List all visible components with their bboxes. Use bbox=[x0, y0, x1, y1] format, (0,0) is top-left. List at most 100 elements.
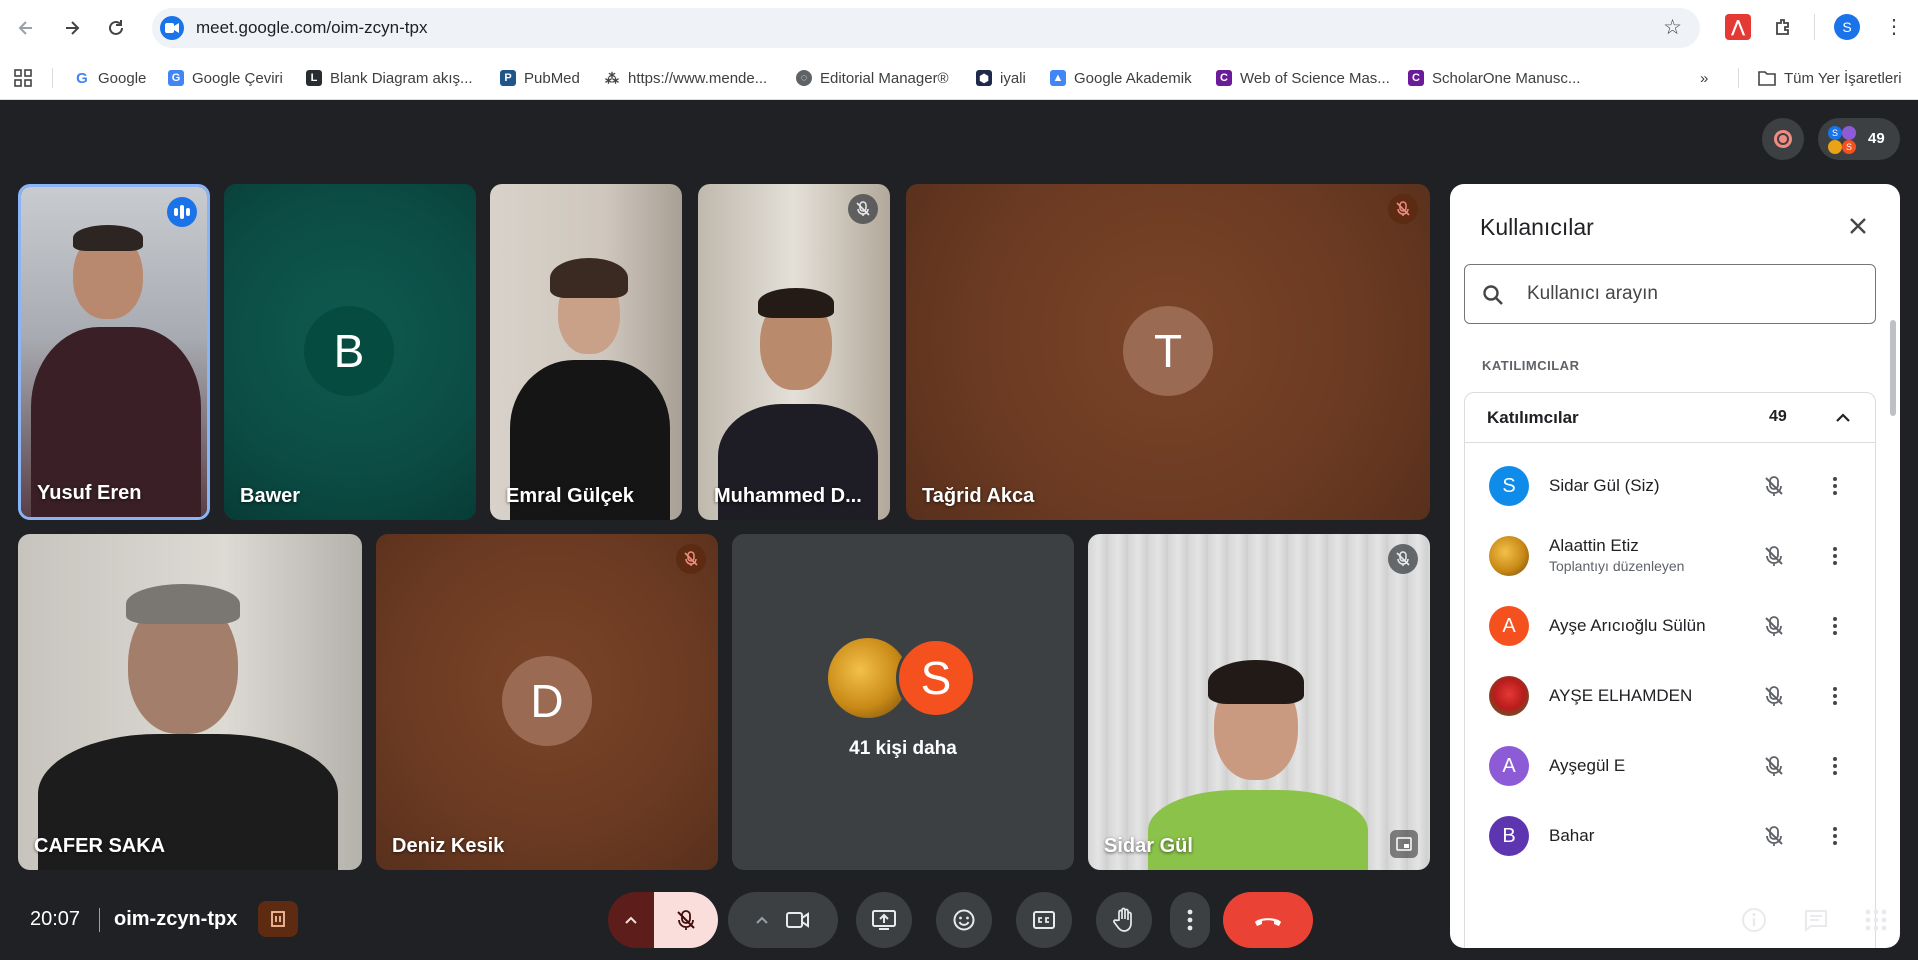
muted-mic-icon[interactable] bbox=[1761, 823, 1787, 849]
muted-mic-icon[interactable] bbox=[1761, 613, 1787, 639]
video-tile[interactable]: Muhammed D... bbox=[698, 184, 890, 520]
profile-avatar[interactable]: S bbox=[1834, 14, 1860, 40]
participant-row[interactable]: A Ayşegül E bbox=[1465, 731, 1875, 801]
muted-mic-icon bbox=[676, 544, 706, 574]
bookmark-scholarone[interactable]: C ScholarOne Manusc... bbox=[1408, 66, 1580, 90]
person-body bbox=[1148, 790, 1368, 870]
meeting-code: oim-zcyn-tpx bbox=[114, 908, 238, 930]
more-options-icon[interactable] bbox=[1825, 543, 1845, 569]
participant-name: Alaattin Etiz bbox=[1549, 536, 1639, 555]
more-options-icon[interactable] bbox=[1825, 753, 1845, 779]
address-bar[interactable]: meet.google.com/oim-zcyn-tpx ☆ bbox=[152, 8, 1700, 48]
video-tile[interactable]: Emral Gülçek bbox=[490, 184, 682, 520]
more-participants-label: 41 kişi daha bbox=[849, 738, 957, 759]
all-bookmarks-folder[interactable]: Tüm Yer İşaretleri bbox=[1758, 66, 1902, 90]
bookmark-google-akademik[interactable]: ▲ Google Akademik bbox=[1050, 66, 1192, 90]
bookmark-google[interactable]: G Google bbox=[74, 66, 146, 90]
raise-hand-button[interactable] bbox=[1096, 892, 1152, 948]
bookmark-pubmed[interactable]: P PubMed bbox=[500, 66, 580, 90]
avatar bbox=[1489, 676, 1529, 716]
bookmark-star-icon[interactable]: ☆ bbox=[1663, 15, 1682, 40]
bookmark-blank-diagram[interactable]: L Blank Diagram akış... bbox=[306, 66, 473, 90]
muted-mic-icon[interactable] bbox=[1761, 753, 1787, 779]
avatar: D bbox=[502, 656, 592, 746]
captions-button[interactable] bbox=[1016, 892, 1072, 948]
forward-icon[interactable] bbox=[56, 12, 88, 44]
panel-scrollbar[interactable] bbox=[1890, 320, 1896, 416]
muted-mic-icon[interactable] bbox=[1761, 683, 1787, 709]
companion-mode-icon[interactable] bbox=[258, 901, 298, 937]
bookmark-mendeley[interactable]: ⁂ https://www.mende... bbox=[604, 66, 767, 90]
pubmed-icon: P bbox=[500, 70, 516, 86]
participant-row[interactable]: AYŞE ELHAMDEN bbox=[1465, 661, 1875, 731]
muted-mic-icon[interactable] bbox=[1761, 473, 1787, 499]
bookmark-label: iyali bbox=[1000, 69, 1026, 87]
video-tile[interactable]: Yusuf Eren bbox=[18, 184, 210, 520]
bookmark-web-of-science[interactable]: C Web of Science Mas... bbox=[1216, 66, 1390, 90]
close-icon[interactable] bbox=[1842, 210, 1874, 242]
video-tile[interactable]: CAFER SAKA bbox=[18, 534, 362, 870]
hand-icon bbox=[1113, 907, 1132, 932]
video-tile[interactable]: D Deniz Kesik bbox=[376, 534, 718, 870]
chevron-up-icon bbox=[756, 916, 768, 924]
bookmark-google-ceviri[interactable]: G Google Çeviri bbox=[168, 66, 283, 90]
present-screen-icon bbox=[872, 910, 896, 930]
reload-icon[interactable] bbox=[100, 12, 132, 44]
participant-row[interactable]: A Ayşe Arıcıoğlu Sülün bbox=[1465, 591, 1875, 661]
participant-row[interactable]: Alaattin Etiz Toplantıyı düzenleyen bbox=[1465, 521, 1875, 591]
apps-grid-icon[interactable] bbox=[14, 66, 32, 90]
leave-call-button[interactable] bbox=[1223, 892, 1313, 948]
browser-menu-icon[interactable]: ⋮ bbox=[1884, 14, 1904, 39]
browser-toolbar: meet.google.com/oim-zcyn-tpx ☆ ⋀ S ⋮ bbox=[0, 0, 1918, 56]
participant-name: Ayşe Arıcıoğlu Sülün bbox=[1549, 616, 1706, 635]
back-icon[interactable] bbox=[10, 12, 42, 44]
mini-avatar: S bbox=[1828, 126, 1842, 140]
search-icon bbox=[1481, 283, 1505, 312]
meeting-clock: 20:07 bbox=[30, 908, 81, 930]
meeting-details-icon[interactable] bbox=[1738, 904, 1770, 936]
group-count: 49 bbox=[1769, 408, 1787, 425]
chevron-up-icon[interactable] bbox=[1831, 406, 1855, 430]
video-tile[interactable]: B Bawer bbox=[224, 184, 476, 520]
participants-group: Katılımcılar 49 S Sidar Gül (Siz) Alaatt… bbox=[1464, 392, 1876, 948]
muted-mic-icon[interactable] bbox=[1761, 543, 1787, 569]
group-header[interactable]: Katılımcılar 49 bbox=[1465, 393, 1875, 443]
audio-options-button[interactable] bbox=[608, 892, 654, 948]
more-options-icon[interactable] bbox=[1825, 683, 1845, 709]
participant-row[interactable]: B Bahar bbox=[1465, 801, 1875, 871]
recording-indicator[interactable] bbox=[1762, 118, 1804, 160]
bookmark-editorial-manager[interactable]: ◌ Editorial Manager® bbox=[796, 66, 949, 90]
bookmark-label: https://www.mende... bbox=[628, 69, 768, 87]
avatar: A bbox=[1489, 746, 1529, 786]
camera-toggle-button[interactable] bbox=[728, 892, 838, 948]
more-options-button[interactable] bbox=[1170, 892, 1210, 948]
more-options-icon[interactable] bbox=[1825, 473, 1845, 499]
search-input[interactable] bbox=[1527, 283, 1847, 305]
video-tile[interactable]: T Tağrid Akca bbox=[906, 184, 1430, 520]
avatar: A bbox=[1489, 606, 1529, 646]
activities-grid-icon[interactable] bbox=[1860, 904, 1892, 936]
muted-mic-icon bbox=[848, 194, 878, 224]
mini-avatar bbox=[1828, 140, 1842, 154]
participants-button[interactable]: S S 49 bbox=[1818, 118, 1900, 160]
more-participants-tile[interactable]: S 41 kişi daha bbox=[732, 534, 1074, 870]
globe-icon: ◌ bbox=[796, 70, 812, 86]
more-options-icon[interactable] bbox=[1825, 613, 1845, 639]
bookmark-iyali[interactable]: ⬢ iyali bbox=[976, 66, 1026, 90]
avatar: S bbox=[1489, 466, 1529, 506]
reactions-button[interactable] bbox=[936, 892, 992, 948]
google-g-icon: G bbox=[76, 69, 88, 87]
chat-icon[interactable] bbox=[1800, 904, 1832, 936]
extension-mendeley-icon[interactable]: ⋀ bbox=[1725, 14, 1751, 40]
participant-row[interactable]: S Sidar Gül (Siz) bbox=[1465, 451, 1875, 521]
participant-search[interactable] bbox=[1464, 264, 1876, 324]
more-bookmarks-chevron-icon[interactable]: » bbox=[1700, 66, 1708, 90]
picture-in-picture-icon[interactable] bbox=[1390, 830, 1418, 858]
more-options-icon[interactable] bbox=[1825, 823, 1845, 849]
extensions-puzzle-icon[interactable] bbox=[1770, 14, 1796, 40]
mic-toggle-button[interactable] bbox=[654, 892, 718, 948]
self-video-tile[interactable]: Sidar Gül bbox=[1088, 534, 1430, 870]
bookmark-label: PubMed bbox=[524, 69, 580, 87]
lucidchart-icon: L bbox=[306, 70, 322, 86]
present-screen-button[interactable] bbox=[856, 892, 912, 948]
